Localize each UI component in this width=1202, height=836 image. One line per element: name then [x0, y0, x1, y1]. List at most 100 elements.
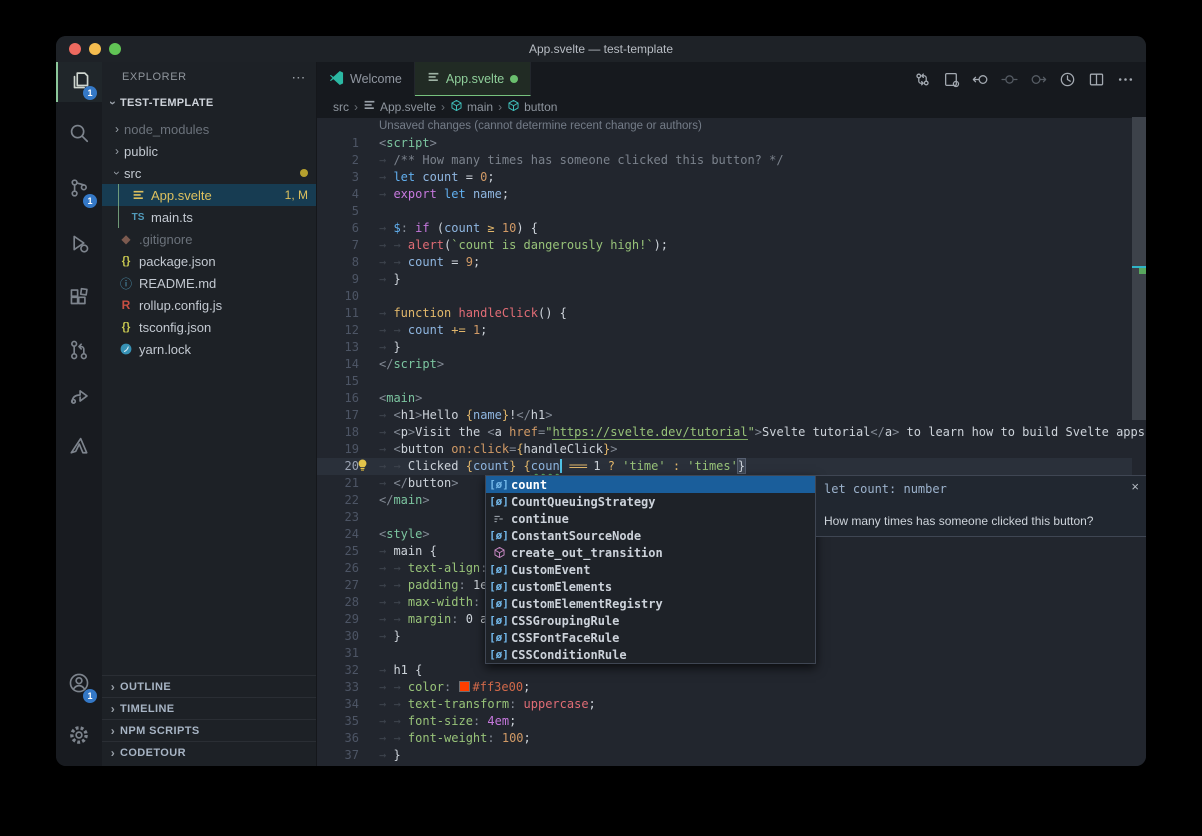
- sidebar-panel-codetour[interactable]: ›CODETOUR: [102, 741, 316, 763]
- activity-item-source-control[interactable]: 1: [56, 170, 102, 210]
- code-line[interactable]: 15: [317, 373, 1132, 390]
- code-line[interactable]: 1<script>: [317, 135, 1132, 152]
- code-line[interactable]: 2→ /** How many times has someone clicke…: [317, 152, 1132, 169]
- code-line[interactable]: 4→ export let name;: [317, 186, 1132, 203]
- code-editor[interactable]: Unsaved changes (cannot determine recent…: [317, 118, 1132, 766]
- activity-item-azure[interactable]: [56, 428, 102, 468]
- suggestion-customevent[interactable]: [ø]CustomEvent: [486, 561, 815, 578]
- lightbulb-icon[interactable]: [355, 458, 371, 474]
- suggestion-cssconditionrule[interactable]: [ø]CSSConditionRule: [486, 646, 815, 663]
- tree-item-app-svelte[interactable]: App.svelte1, M: [102, 184, 316, 206]
- breadcrumb: src›App.svelte›main›button: [317, 96, 1146, 118]
- git-icon: ◆: [118, 232, 134, 246]
- tree-item-rollup-config-js[interactable]: Rrollup.config.js: [102, 294, 316, 316]
- badge: 1: [83, 194, 97, 208]
- tree-item-src[interactable]: ›src: [102, 162, 316, 184]
- suggestion-customelements[interactable]: [ø]customElements: [486, 578, 815, 595]
- tree-item--gitignore[interactable]: ◆.gitignore: [102, 228, 316, 250]
- tab-bar: WelcomeApp.svelte: [317, 62, 1146, 96]
- code-line[interactable]: 37→ }: [317, 747, 1132, 764]
- sidebar-panel-npm-scripts[interactable]: ›NPM SCRIPTS: [102, 719, 316, 741]
- navigate-forward-icon[interactable]: [1027, 68, 1049, 90]
- suggestion-countqueuingstrategy[interactable]: [ø]CountQueuingStrategy: [486, 493, 815, 510]
- code-line[interactable]: 11→ function handleClick() {: [317, 305, 1132, 322]
- explorer-more-actions-icon[interactable]: ⋯: [291, 69, 306, 86]
- activity-item-extensions[interactable]: [56, 280, 102, 320]
- close-window-button[interactable]: [69, 43, 81, 55]
- code-line[interactable]: 7→ → alert(`count is dangerously high!`)…: [317, 237, 1132, 254]
- breadcrumb-item-src[interactable]: src: [333, 100, 349, 114]
- breadcrumb-item-button[interactable]: button: [507, 99, 557, 115]
- tree-item-readme-md[interactable]: ⓘREADME.md: [102, 272, 316, 294]
- code-line[interactable]: 34→ → text-transform: uppercase;: [317, 696, 1132, 713]
- breadcrumb-item-main[interactable]: main: [450, 99, 493, 115]
- tab-app-svelte[interactable]: App.svelte: [415, 62, 531, 96]
- code-line[interactable]: 6→ $: if (count ≥ 10) {: [317, 220, 1132, 237]
- code-line[interactable]: 17→ <h1>Hello {name}!</h1>: [317, 407, 1132, 424]
- more-actions-icon[interactable]: [1114, 68, 1136, 90]
- code-line[interactable]: 20→ → Clicked {count} {coun === 1 ? 'tim…: [317, 458, 1132, 475]
- file-label: rollup.config.js: [139, 298, 222, 313]
- navigate-back-icon[interactable]: [969, 68, 991, 90]
- sidebar-panel-timeline[interactable]: ›TIMELINE: [102, 697, 316, 719]
- suggestion-doc: How many times has someone clicked this …: [824, 514, 1093, 528]
- activity-item-explorer[interactable]: 1: [56, 62, 102, 102]
- code-line[interactable]: 14</script>: [317, 356, 1132, 373]
- tab-welcome[interactable]: Welcome: [317, 62, 415, 96]
- tree-item-package-json[interactable]: {}package.json: [102, 250, 316, 272]
- close-icon[interactable]: ×: [1131, 479, 1139, 494]
- current-change-icon[interactable]: [998, 68, 1020, 90]
- line-number: 13: [317, 339, 359, 356]
- code-line[interactable]: 35→ → font-size: 4em;: [317, 713, 1132, 730]
- symbol-icon: [450, 99, 463, 115]
- code-line[interactable]: 9→ }: [317, 271, 1132, 288]
- code-line[interactable]: 10: [317, 288, 1132, 305]
- suggestion-create_out_transition[interactable]: create_out_transition: [486, 544, 815, 561]
- activity-item-github-pull-requests[interactable]: [56, 332, 102, 372]
- symbol-variable-icon: [ø]: [490, 529, 508, 542]
- tree-item-node-modules[interactable]: ›node_modules: [102, 118, 316, 140]
- explorer-header-label: EXPLORER: [122, 71, 187, 83]
- code-text: → → font-size: 4em;: [379, 713, 516, 730]
- indent-guide: [118, 184, 119, 228]
- sidebar-panel-outline[interactable]: ›OUTLINE: [102, 675, 316, 697]
- suggestion-customelementregistry[interactable]: [ø]CustomElementRegistry: [486, 595, 815, 612]
- file-history-icon[interactable]: [1056, 68, 1078, 90]
- suggestion-count[interactable]: [ø]count: [486, 476, 815, 493]
- code-line[interactable]: 33→ → color: #ff3e00;: [317, 679, 1132, 696]
- activity-item-settings-gear[interactable]: [56, 717, 102, 757]
- code-line[interactable]: 18→ <p>Visit the <a href="https://svelte…: [317, 424, 1132, 441]
- tree-item-yarn-lock[interactable]: yarn.lock: [102, 338, 316, 360]
- project-section-header[interactable]: › TEST-TEMPLATE: [102, 92, 316, 114]
- split-editor-icon[interactable]: [1085, 68, 1107, 90]
- code-line[interactable]: 8→ → count = 9;: [317, 254, 1132, 271]
- svelte-file-icon: [363, 99, 376, 115]
- activity-item-run-debug[interactable]: [56, 225, 102, 265]
- code-line[interactable]: 32→ h1 {: [317, 662, 1132, 679]
- gitlens-compare-icon[interactable]: [911, 68, 933, 90]
- symbol-module-icon: [490, 546, 508, 559]
- activity-item-live-share[interactable]: [56, 377, 102, 417]
- breadcrumb-separator: ›: [441, 100, 445, 114]
- activity-item-account[interactable]: 1: [56, 665, 102, 705]
- suggestion-constantsourcenode[interactable]: [ø]ConstantSourceNode: [486, 527, 815, 544]
- tree-item-public[interactable]: ›public: [102, 140, 316, 162]
- code-line[interactable]: 13→ }: [317, 339, 1132, 356]
- breadcrumb-item-app-svelte[interactable]: App.svelte: [363, 99, 436, 115]
- activity-item-search[interactable]: [56, 115, 102, 155]
- tree-item-tsconfig-json[interactable]: {}tsconfig.json: [102, 316, 316, 338]
- suggestion-cssfontfacerule[interactable]: [ø]CSSFontFaceRule: [486, 629, 815, 646]
- open-changes-icon[interactable]: [940, 68, 962, 90]
- tree-item-main-ts[interactable]: TSmain.ts: [102, 206, 316, 228]
- code-line[interactable]: 3→ let count = 0;: [317, 169, 1132, 186]
- code-line[interactable]: 16<main>: [317, 390, 1132, 407]
- suggestion-cssgroupingrule[interactable]: [ø]CSSGroupingRule: [486, 612, 815, 629]
- code-line[interactable]: 36→ → font-weight: 100;: [317, 730, 1132, 747]
- code-line[interactable]: 5: [317, 203, 1132, 220]
- line-number: 25: [317, 543, 359, 560]
- zoom-window-button[interactable]: [109, 43, 121, 55]
- suggestion-continue[interactable]: continue: [486, 510, 815, 527]
- code-line[interactable]: 12→ → count += 1;: [317, 322, 1132, 339]
- code-line[interactable]: 19→ <button on:click={handleClick}>: [317, 441, 1132, 458]
- minimize-window-button[interactable]: [89, 43, 101, 55]
